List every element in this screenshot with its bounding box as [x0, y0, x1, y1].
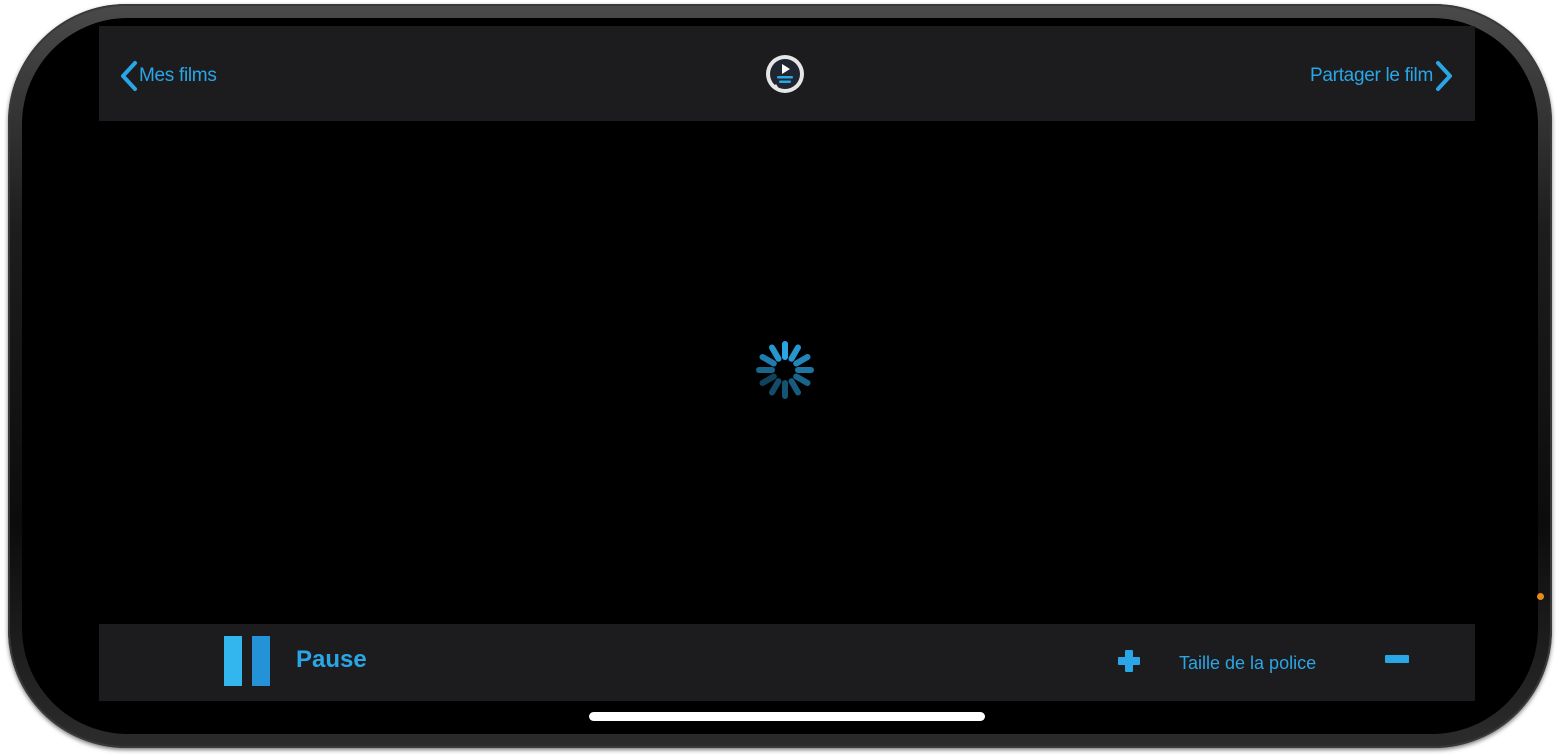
plus-icon[interactable] [1118, 650, 1140, 672]
loading-spinner-icon [756, 341, 814, 399]
minus-icon[interactable] [1385, 654, 1409, 664]
chevron-right-icon [1436, 61, 1452, 91]
back-to-my-films-button[interactable]: Mes films [119, 60, 217, 92]
home-indicator[interactable] [589, 712, 985, 721]
pause-button[interactable]: Pause [296, 646, 367, 674]
pause-icon[interactable] [224, 636, 272, 686]
pause-bar-right [252, 636, 270, 686]
play-subtitle-icon[interactable] [763, 52, 807, 96]
top-navigation-bar: Mes films Partager le film [99, 26, 1475, 121]
playback-control-bar: Pause Taille de la police [99, 624, 1475, 701]
font-size-label: Taille de la police [1179, 653, 1317, 673]
share-film-button[interactable]: Partager le film [1310, 60, 1455, 92]
back-label: Mes films [139, 65, 217, 86]
video-screen: Mes films Partager le film Pause Taille … [99, 26, 1475, 702]
pause-bar-left [224, 636, 242, 686]
chevron-left-icon [121, 61, 137, 91]
camera-indicator-dot [1537, 593, 1544, 600]
share-label: Partager le film [1310, 65, 1433, 86]
